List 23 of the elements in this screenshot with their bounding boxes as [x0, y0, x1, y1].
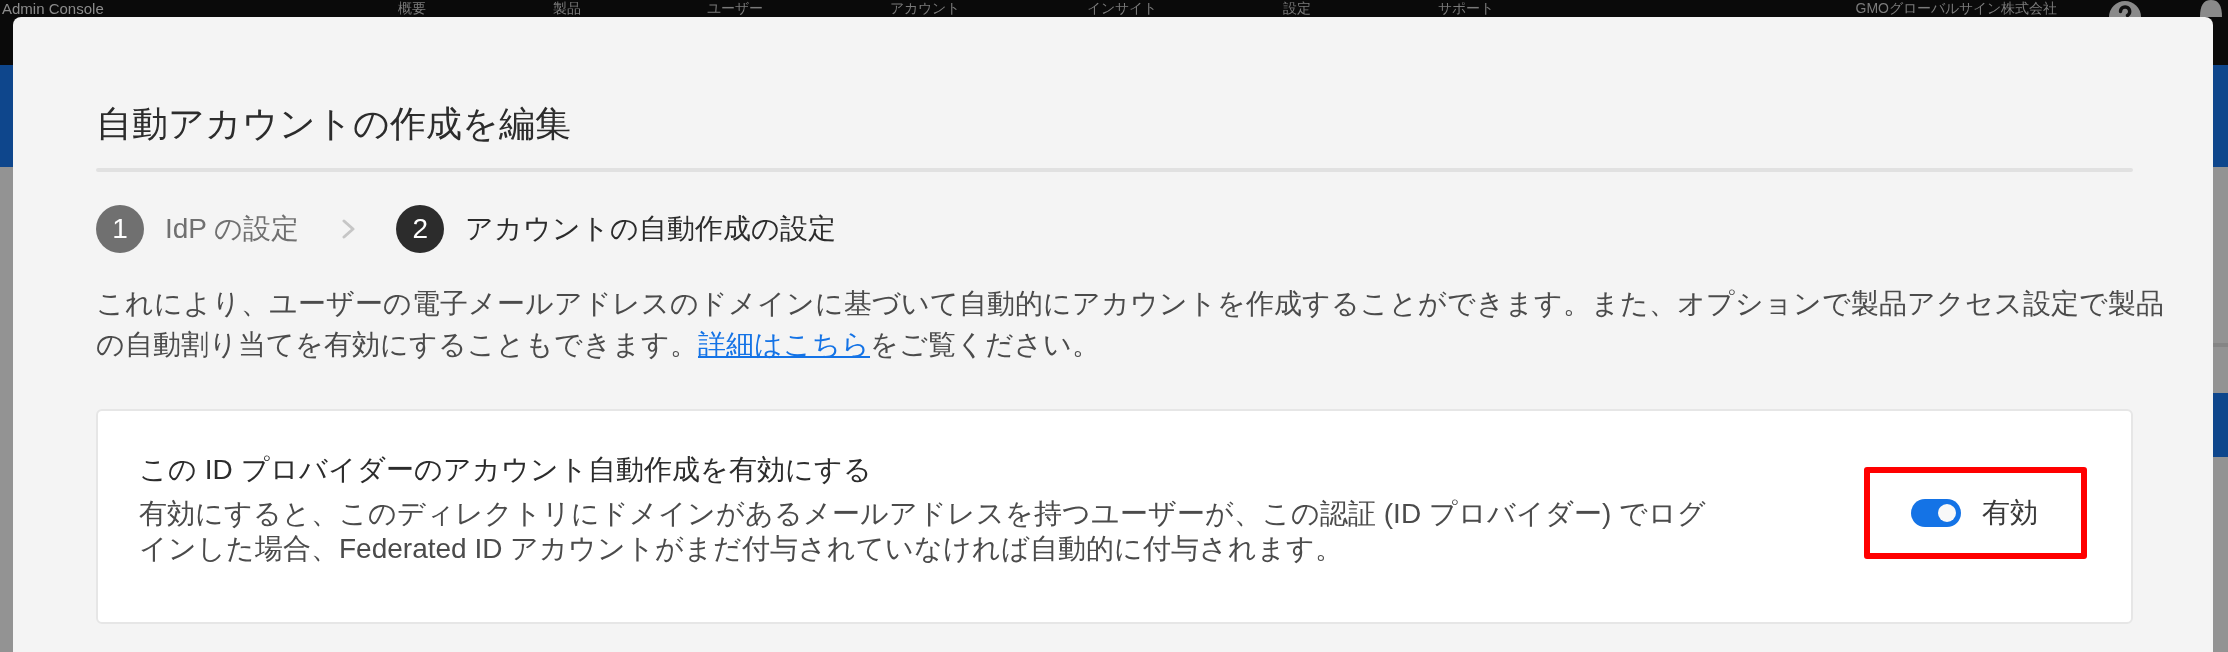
app-title: Admin Console [1, 0, 104, 17]
nav-tab[interactable]: 製品 [552, 0, 581, 17]
step-number: 1 [96, 205, 144, 253]
nav-tab[interactable]: アカウント [889, 0, 960, 17]
backdrop-panel [2213, 347, 2228, 393]
nav-tab[interactable]: ユーザー [707, 0, 764, 17]
nav-tab[interactable]: 概要 [398, 0, 426, 17]
nav-tab[interactable]: インサイト [1086, 0, 1157, 17]
nav-tab[interactable]: サポート [1437, 0, 1494, 17]
setting-title: この ID プロバイダーのアカウント自動作成を有効にする [139, 453, 872, 487]
description-text: これにより、ユーザーの電子メールアドレスのドメインに基づいて自動的にアカウントを作成することができます。また、オプションで製品アクセス設定で製品の自動割り当てを有効にすることもできます。詳細はこちら をご覧ください。 [96, 287, 2165, 362]
organization-name[interactable]: GMOグローバルサイン株式会社 [1855, 0, 2057, 17]
toggle-label: 有効 [1982, 496, 2038, 530]
dialog-title: 自動アカウントの作成を編集 [96, 102, 571, 146]
step-label: IdP の設定 [165, 212, 300, 246]
toggle-switch[interactable] [1911, 499, 1961, 527]
chevron-icon [342, 219, 356, 239]
button-edge [2213, 393, 2228, 457]
nav-tab[interactable]: 設定 [1283, 0, 1312, 17]
step-number: 2 [396, 205, 445, 253]
setting-description: 有効にすると、このディレクトリにドメインがあるメールアドレスを持つユーザーが、この認証 (ID プロバイダー) でログインした場合、Federated ID アカウントがまだ付与されていなければ自動的に付与されます。 [139, 497, 1707, 566]
step-label: アカウントの自動作成の設定 [465, 212, 837, 246]
details-link[interactable]: 詳細はこちら [698, 329, 870, 360]
